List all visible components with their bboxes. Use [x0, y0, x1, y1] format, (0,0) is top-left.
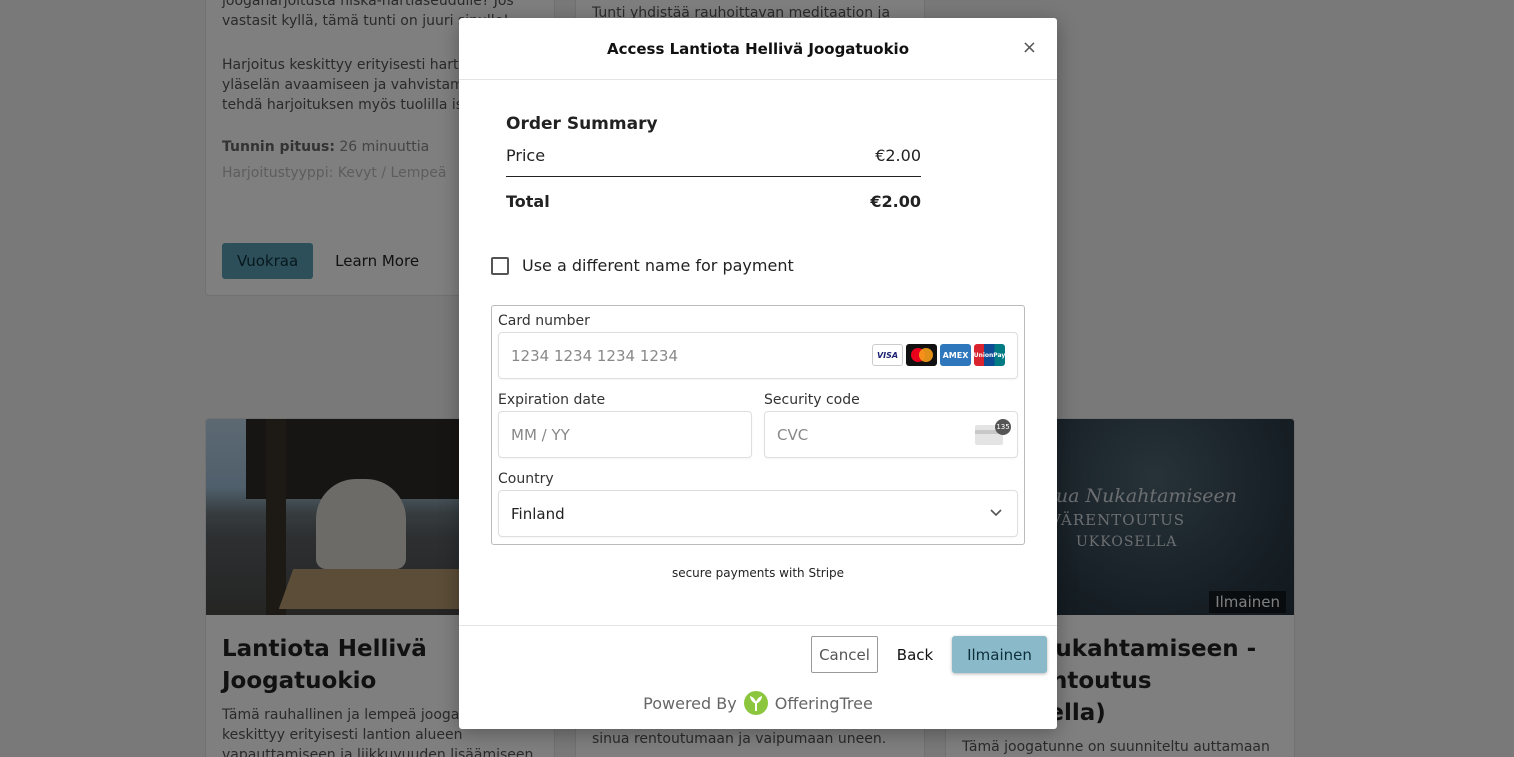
price-row: Price €2.00: [506, 146, 921, 177]
powered-by: Powered By OfferingTree: [459, 690, 1057, 716]
mastercard-icon: [906, 344, 937, 366]
card-brands: VISA AMEX UnionPay: [872, 344, 1005, 366]
checkout-modal: Access Lantiota Hellivä Joogatuokio × Or…: [459, 18, 1057, 729]
back-button[interactable]: Back: [890, 636, 940, 673]
expiry-field[interactable]: MM / YY: [498, 411, 752, 458]
different-name-checkbox[interactable]: [491, 256, 509, 275]
cancel-button[interactable]: Cancel: [811, 636, 878, 673]
country-group: Country Finland: [498, 471, 1018, 537]
confirm-button[interactable]: Ilmainen: [952, 636, 1047, 673]
unionpay-icon: UnionPay: [974, 344, 1005, 366]
card-number-field[interactable]: 1234 1234 1234 1234 VISA AMEX UnionPay: [498, 332, 1018, 379]
powered-by-label: Powered By: [643, 693, 737, 713]
visa-icon: VISA: [872, 344, 903, 366]
total-value: €2.00: [870, 192, 921, 211]
order-summary: Order Summary Price €2.00 Total €2.00: [506, 114, 921, 211]
amex-icon: AMEX: [940, 344, 971, 366]
price-label: Price: [506, 146, 546, 165]
different-name-label: Use a different name for payment: [522, 256, 794, 275]
cvc-label: Security code: [764, 392, 860, 408]
country-label: Country: [498, 471, 554, 487]
card-number-placeholder: 1234 1234 1234 1234: [511, 346, 678, 365]
country-select[interactable]: Finland: [498, 490, 1018, 537]
secure-payments-note: secure payments with Stripe: [671, 566, 845, 580]
modal-header: Access Lantiota Hellivä Joogatuokio ×: [459, 18, 1057, 80]
payment-form: Card number 1234 1234 1234 1234 VISA AME…: [491, 305, 1025, 545]
total-label: Total: [506, 192, 550, 211]
offeringtree-name: OfferingTree: [774, 693, 873, 713]
modal-title: Access Lantiota Hellivä Joogatuokio: [606, 39, 910, 58]
close-icon[interactable]: ×: [1022, 38, 1037, 58]
cvc-card-icon: 135: [975, 419, 1011, 445]
total-row: Total €2.00: [506, 192, 921, 211]
footer-buttons: Cancel Back Ilmainen: [811, 636, 1047, 673]
offeringtree-logo-icon: [743, 691, 768, 715]
country-value: Finland: [511, 504, 565, 523]
modal-footer: Cancel Back Ilmainen Powered By Offering…: [459, 625, 1057, 729]
price-value: €2.00: [875, 146, 921, 165]
card-number-label: Card number: [498, 313, 590, 329]
cvc-field[interactable]: CVC 135: [764, 411, 1018, 458]
order-summary-heading: Order Summary: [506, 114, 658, 134]
expiry-cvc-row: Expiration date MM / YY Security code CV…: [498, 392, 1018, 458]
different-name-option[interactable]: Use a different name for payment: [491, 256, 794, 275]
cvc-placeholder: CVC: [777, 425, 809, 444]
expiry-label: Expiration date: [498, 392, 606, 408]
chevron-down-icon: [990, 509, 1002, 517]
expiry-placeholder: MM / YY: [511, 425, 570, 444]
